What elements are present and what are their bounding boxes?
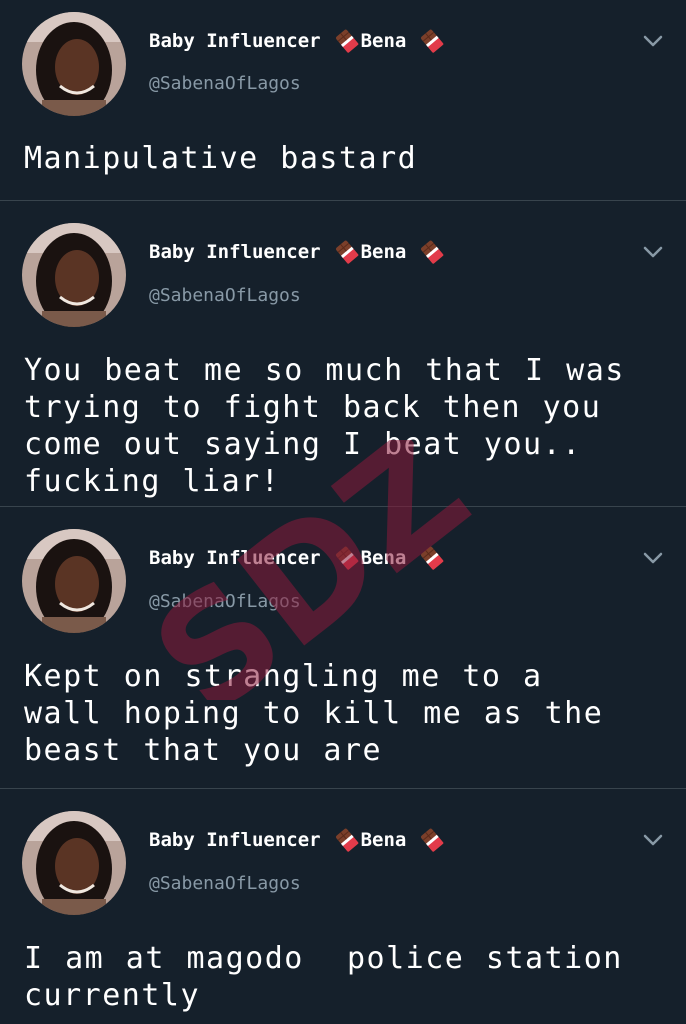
tweet-feed: Baby Influencer Bena @SabenaOfLagos Mani…: [0, 0, 686, 1024]
avatar[interactable]: [22, 811, 126, 915]
tweet[interactable]: Baby Influencer Bena @SabenaOfLagos Mani…: [0, 0, 686, 200]
tweet[interactable]: Baby Influencer Bena @SabenaOfLagos Kept…: [0, 507, 686, 788]
chocolate-bar-icon: [335, 29, 359, 53]
chevron-down-icon[interactable]: [641, 240, 665, 264]
avatar[interactable]: [22, 12, 126, 116]
author-name-prefix: Baby Influencer: [149, 829, 321, 851]
author-handle[interactable]: @SabenaOfLagos: [149, 285, 301, 306]
author-name[interactable]: Baby Influencer Bena: [149, 545, 446, 571]
chocolate-bar-icon: [420, 828, 444, 852]
author-name-suffix: Bena: [360, 241, 407, 263]
author-name-suffix: Bena: [360, 547, 407, 569]
author-name-prefix: Baby Influencer: [149, 30, 321, 52]
author-name-suffix: Bena: [360, 829, 407, 851]
author-handle[interactable]: @SabenaOfLagos: [149, 73, 301, 94]
chevron-down-icon[interactable]: [641, 546, 665, 570]
author-name[interactable]: Baby Influencer Bena: [149, 28, 446, 54]
author-handle[interactable]: @SabenaOfLagos: [149, 591, 301, 612]
chevron-down-icon[interactable]: [641, 828, 665, 852]
author-name[interactable]: Baby Influencer Bena: [149, 827, 446, 853]
author-name-suffix: Bena: [360, 30, 407, 52]
tweet-text: You beat me so much that I was trying to…: [24, 353, 625, 499]
author-name-prefix: Baby Influencer: [149, 241, 321, 263]
chocolate-bar-icon: [335, 546, 359, 570]
tweet-text: Kept on strangling me to a wall hoping t…: [24, 659, 604, 768]
avatar[interactable]: [22, 223, 126, 327]
author-name-prefix: Baby Influencer: [149, 547, 321, 569]
tweet[interactable]: Baby Influencer Bena @SabenaOfLagos I am…: [0, 789, 686, 1024]
chocolate-bar-icon: [335, 828, 359, 852]
author-handle[interactable]: @SabenaOfLagos: [149, 873, 301, 894]
chocolate-bar-icon: [335, 240, 359, 264]
chocolate-bar-icon: [420, 29, 444, 53]
tweet-text: I am at magodo police station currently: [24, 941, 623, 1013]
tweet-text: Manipulative bastard: [24, 141, 418, 176]
tweet[interactable]: Baby Influencer Bena @SabenaOfLagos You …: [0, 201, 686, 506]
chocolate-bar-icon: [420, 240, 444, 264]
author-name[interactable]: Baby Influencer Bena: [149, 239, 446, 265]
chocolate-bar-icon: [420, 546, 444, 570]
avatar[interactable]: [22, 529, 126, 633]
chevron-down-icon[interactable]: [641, 29, 665, 53]
